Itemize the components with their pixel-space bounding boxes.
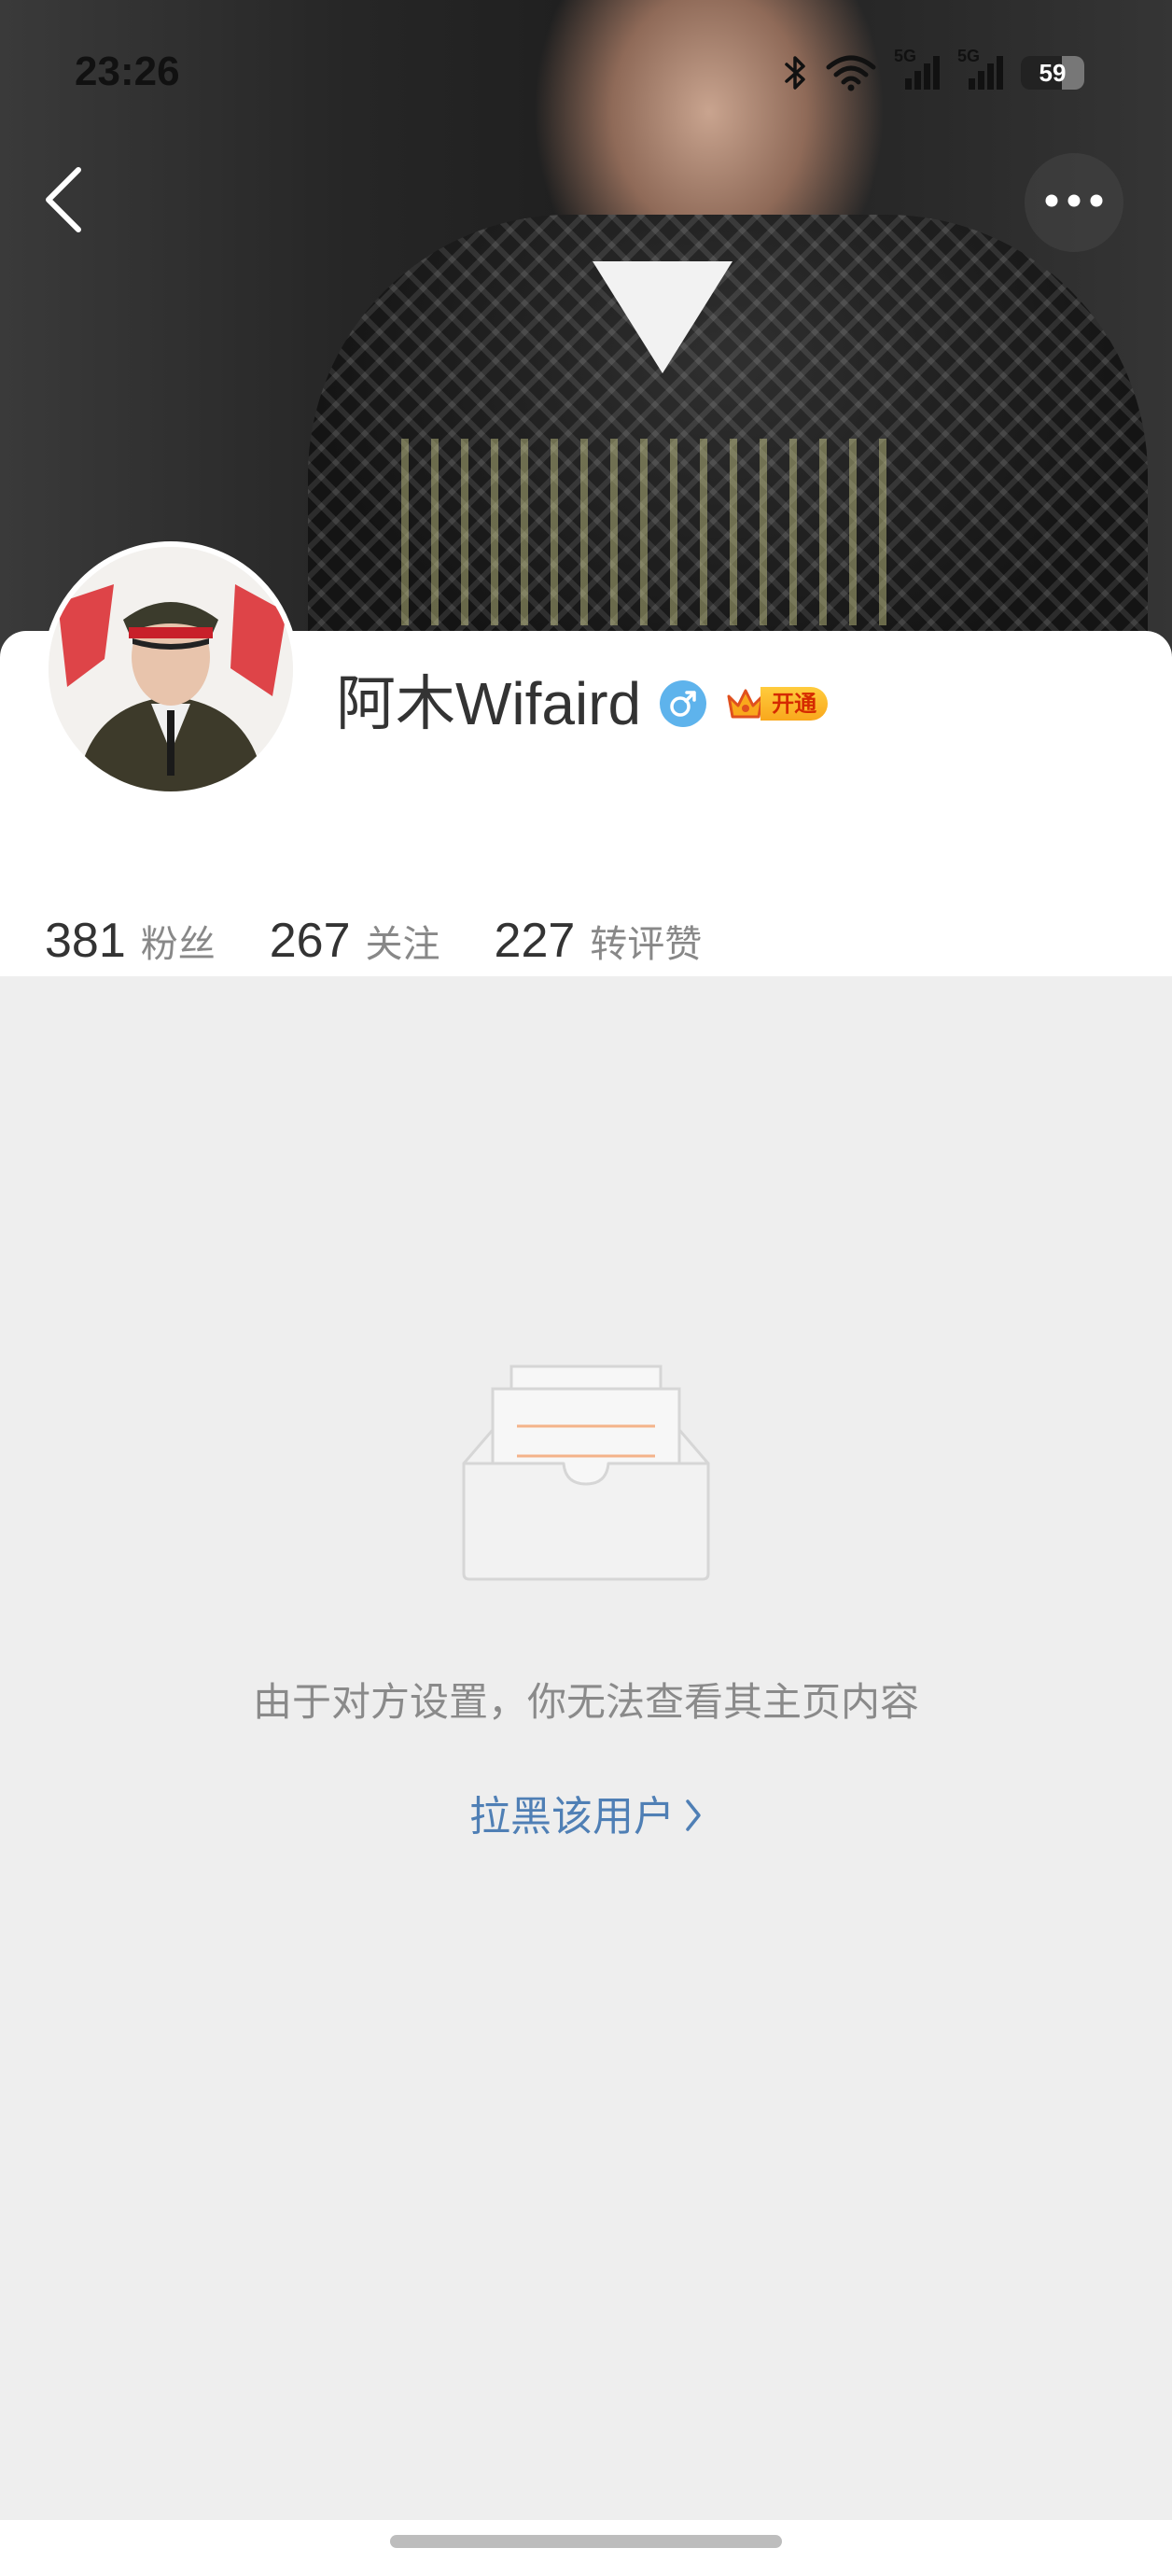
bluetooth-icon: [784, 54, 808, 91]
following-label: 关注: [365, 923, 440, 966]
interactions-label: 转评赞: [590, 923, 703, 966]
block-user-label: 拉黑该用户: [469, 1793, 675, 1841]
avatar[interactable]: [43, 541, 299, 797]
male-icon: [660, 680, 707, 727]
cellular-signal-icon-1: 5G: [894, 47, 941, 91]
stat-interactions[interactable]: 227 转评赞: [495, 913, 703, 969]
stat-following[interactable]: 267 关注: [270, 913, 440, 969]
status-icons: 5G 5G 59: [784, 47, 1084, 91]
status-time: 23:26: [75, 49, 180, 94]
back-button[interactable]: [34, 164, 93, 239]
vip-label: 开通: [760, 687, 829, 721]
ellipsis-icon: [1044, 193, 1104, 212]
home-indicator-area: [0, 2520, 1172, 2576]
restricted-content-message: 由于对方设置，你无法查看其主页内容: [252, 1679, 919, 1725]
avatar-image: [49, 547, 293, 791]
followers-label: 粉丝: [140, 923, 216, 966]
battery-icon: 59: [1021, 56, 1084, 90]
vip-open-badge[interactable]: 开通: [725, 683, 829, 724]
cover-armor-detail: [401, 439, 886, 625]
wifi-icon: [825, 54, 877, 91]
username: 阿木Wifaird: [336, 670, 642, 737]
interactions-count: 227: [494, 914, 576, 968]
stat-followers[interactable]: 381 粉丝: [45, 913, 216, 969]
chevron-left-icon: [43, 166, 84, 237]
cellular-signal-icon-2: 5G: [957, 47, 1004, 91]
username-row: 阿木Wifaird 开通: [336, 665, 829, 743]
empty-inbox-icon: [461, 1363, 711, 1583]
home-indicator[interactable]: [390, 2535, 782, 2548]
followers-count: 381: [45, 914, 126, 968]
block-user-link[interactable]: 拉黑该用户: [0, 1783, 1172, 1843]
chevron-right-icon: [684, 1796, 703, 1843]
battery-level: 59: [1039, 58, 1067, 87]
cover-collar-shape: [593, 261, 732, 373]
following-count: 267: [269, 914, 351, 968]
stats-row: 381 粉丝 267 关注 227 转评赞: [45, 913, 756, 969]
more-options-button[interactable]: [1025, 153, 1123, 252]
